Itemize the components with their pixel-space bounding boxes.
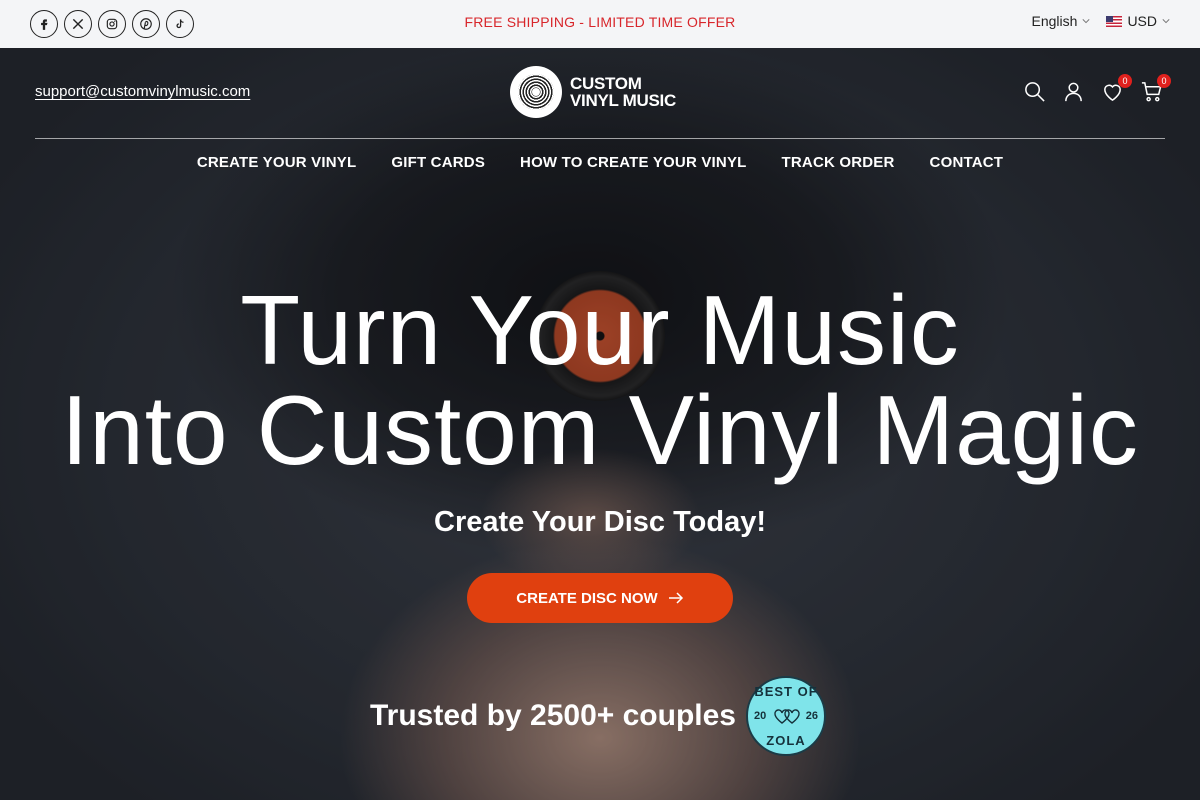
site-logo[interactable]: CUSTOM VINYL MUSIC — [510, 66, 676, 118]
chevron-down-icon — [1082, 19, 1090, 24]
hero-headline-line-1: Turn Your Music — [240, 275, 960, 385]
chevron-down-icon — [1162, 19, 1170, 24]
trust-row: Trusted by 2500+ couples BEST OF 20 26 Z… — [370, 676, 826, 756]
language-label: English — [1031, 13, 1078, 29]
tiktok-icon[interactable] — [166, 10, 194, 38]
cart-icon[interactable]: 0 — [1140, 74, 1171, 103]
cart-count-badge: 0 — [1157, 74, 1171, 88]
nav-gift-cards[interactable]: GIFT CARDS — [391, 154, 485, 171]
hearts-icon — [774, 709, 800, 724]
main-nav: CREATE YOUR VINYL GIFT CARDS HOW TO CREA… — [0, 154, 1200, 171]
support-email-link[interactable]: support@customvinylmusic.com — [35, 83, 250, 100]
currency-selector[interactable]: USD — [1106, 13, 1170, 29]
trusted-text: Trusted by 2500+ couples — [370, 699, 736, 732]
hero-headline-line-2: Into Custom Vinyl Magic — [61, 375, 1139, 485]
badge-year-right: 26 — [805, 710, 818, 722]
facebook-icon[interactable] — [30, 10, 58, 38]
pinterest-icon[interactable] — [132, 10, 160, 38]
hero-banner: support@customvinylmusic.com CUSTOM VINY… — [0, 48, 1200, 800]
logo-line-2: VINYL MUSIC — [570, 91, 676, 110]
language-selector[interactable]: English — [1032, 13, 1091, 29]
badge-year-left: 20 — [754, 710, 767, 722]
x-icon[interactable] — [64, 10, 92, 38]
wishlist-count-badge: 0 — [1118, 74, 1132, 88]
best-of-zola-badge: BEST OF 20 26 ZOLA — [746, 676, 826, 756]
nav-track-order[interactable]: TRACK ORDER — [782, 154, 895, 171]
vinyl-logo-icon — [510, 66, 562, 118]
account-icon[interactable] — [1062, 80, 1085, 103]
wishlist-icon[interactable]: 0 — [1101, 74, 1132, 103]
currency-label: USD — [1127, 13, 1157, 29]
badge-bottom-text: ZOLA — [766, 733, 806, 748]
badge-top-text: BEST OF — [754, 684, 818, 699]
search-icon[interactable] — [1023, 80, 1046, 103]
announcement-bar: FREE SHIPPING - LIMITED TIME OFFER Engli… — [0, 0, 1200, 48]
hero-subheadline: Create Your Disc Today! — [434, 506, 766, 538]
promo-text: FREE SHIPPING - LIMITED TIME OFFER — [464, 14, 736, 30]
create-disc-button-label: CREATE DISC NOW — [516, 589, 658, 607]
arrow-right-icon — [668, 592, 683, 604]
logo-text: CUSTOM VINYL MUSIC — [570, 75, 676, 109]
social-links — [30, 10, 194, 38]
instagram-icon[interactable] — [98, 10, 126, 38]
nav-contact[interactable]: CONTACT — [930, 154, 1004, 171]
site-header: support@customvinylmusic.com CUSTOM VINY… — [0, 48, 1200, 188]
create-disc-button[interactable]: CREATE DISC NOW — [467, 573, 733, 623]
logo-line-1: CUSTOM — [570, 74, 642, 93]
us-flag-icon — [1106, 15, 1123, 27]
nav-create-your-vinyl[interactable]: CREATE YOUR VINYL — [197, 154, 357, 171]
nav-how-to-create[interactable]: HOW TO CREATE YOUR VINYL — [520, 154, 746, 171]
header-divider — [35, 138, 1165, 139]
